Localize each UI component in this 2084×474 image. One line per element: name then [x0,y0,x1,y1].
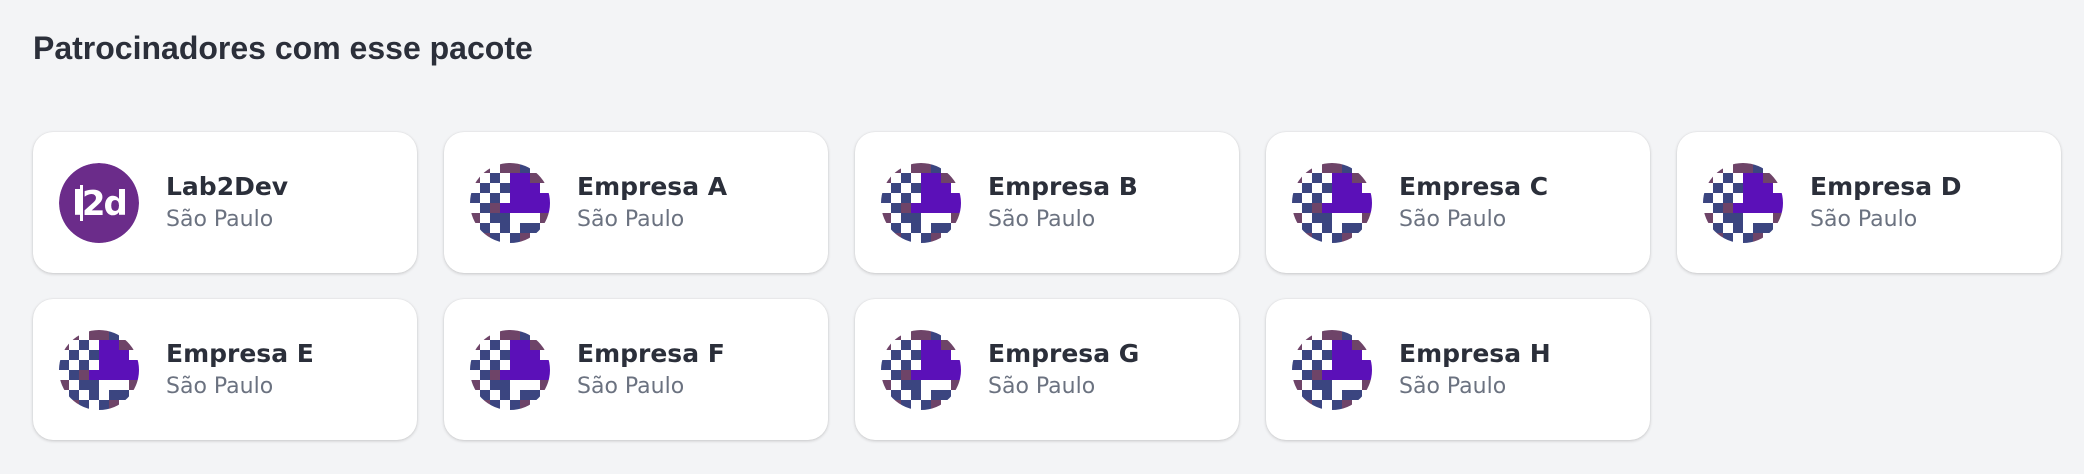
lab2dev-logo-icon: l2d [59,162,139,243]
sponsor-location: São Paulo [1399,206,1507,232]
sponsor-location: São Paulo [988,206,1096,232]
sponsor-name: Empresa D [1810,171,1962,201]
pixel-avatar-icon [1703,162,1783,243]
sponsors-section: Patrocinadores com esse pacote l2d Lab2D… [0,0,2084,474]
sponsor-location: São Paulo [988,373,1096,399]
sponsor-card-empresa-b[interactable]: Empresa B São Paulo [855,132,1239,273]
sponsor-location: São Paulo [1399,373,1507,399]
sponsor-card-empresa-e[interactable]: Empresa E São Paulo [33,299,417,440]
pixel-avatar-icon [881,162,961,243]
sponsor-location: São Paulo [577,206,685,232]
sponsor-location: São Paulo [166,373,274,399]
pixel-avatar-icon [470,329,550,410]
sponsor-name: Lab2Dev [166,171,289,201]
sponsor-card-empresa-h[interactable]: Empresa H São Paulo [1266,299,1650,440]
sponsor-name: Empresa E [166,338,314,368]
sponsor-location: São Paulo [166,206,274,232]
sponsor-location: São Paulo [1810,206,1918,232]
sponsor-card-empresa-a[interactable]: Empresa A São Paulo [444,132,828,273]
sponsor-name: Empresa C [1399,171,1549,201]
pixel-avatar-icon [470,162,550,243]
sponsor-name: Empresa B [988,171,1138,201]
section-title: Patrocinadores com esse pacote [33,30,533,66]
sponsor-name: Empresa F [577,338,725,368]
sponsor-card-empresa-f[interactable]: Empresa F São Paulo [444,299,828,440]
pixel-avatar-icon [1292,329,1372,410]
sponsor-grid: l2d Lab2Dev São Paulo Empresa A São Paul… [33,132,2061,440]
sponsor-name: Empresa H [1399,338,1551,368]
pixel-avatar-icon [1292,162,1372,243]
sponsor-name: Empresa A [577,171,728,201]
sponsor-name: Empresa G [988,338,1140,368]
sponsor-card-empresa-d[interactable]: Empresa D São Paulo [1677,132,2061,273]
sponsor-location: São Paulo [577,373,685,399]
pixel-avatar-icon [59,329,139,410]
sponsor-card-empresa-c[interactable]: Empresa C São Paulo [1266,132,1650,273]
sponsor-card-lab2dev[interactable]: l2d Lab2Dev São Paulo [33,132,417,273]
pixel-avatar-icon [881,329,961,410]
sponsor-card-empresa-g[interactable]: Empresa G São Paulo [855,299,1239,440]
